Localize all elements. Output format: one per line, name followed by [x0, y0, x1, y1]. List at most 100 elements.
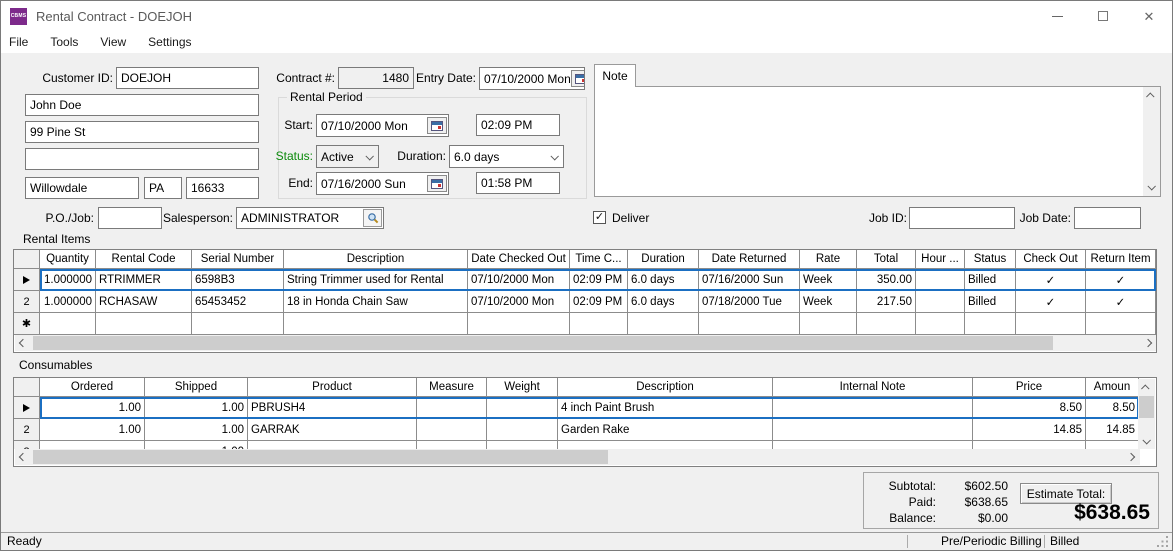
minimize-button[interactable] [1034, 1, 1080, 31]
scroll-right-icon[interactable] [1127, 453, 1135, 461]
job-date-field[interactable] [1074, 207, 1141, 229]
scroll-down-icon[interactable] [1147, 182, 1155, 190]
scrollbar-thumb[interactable] [33, 336, 1053, 350]
menu-view[interactable]: View [89, 35, 137, 49]
grid-cell[interactable] [192, 313, 284, 335]
grid-cell[interactable] [800, 313, 857, 335]
grid-cell[interactable] [916, 291, 965, 313]
column-header-measure[interactable]: Measure [417, 378, 487, 397]
grid-cell[interactable] [40, 441, 145, 449]
end-date-field[interactable]: 07/16/2000 Sun [316, 172, 449, 195]
scrollbar-thumb[interactable] [1139, 396, 1154, 418]
grid-cell[interactable] [1086, 441, 1139, 449]
customer-name-field[interactable]: John Doe [25, 94, 259, 116]
column-header-date-returned[interactable]: Date Returned [699, 250, 800, 269]
grid-cell[interactable]: Garden Rake [558, 419, 773, 441]
tab-note[interactable]: Note [594, 64, 636, 87]
column-header-price[interactable]: Price [973, 378, 1086, 397]
column-header-quantity[interactable]: Quantity [40, 250, 96, 269]
grid-cell[interactable]: ✓ [1086, 269, 1156, 291]
select-all-corner[interactable] [14, 378, 40, 397]
zip-field[interactable]: 16633 [186, 177, 259, 199]
grid-cell[interactable] [40, 313, 96, 335]
scroll-left-icon[interactable] [19, 339, 27, 347]
deliver-checkbox[interactable]: ✓ [593, 211, 606, 224]
grid-cell[interactable]: 1.00 [40, 397, 145, 419]
grid-cell[interactable] [248, 441, 417, 449]
column-header-status[interactable]: Status [965, 250, 1016, 269]
grid-cell[interactable]: 02:09 PM [570, 291, 628, 313]
customer-id-field[interactable]: DOEJOH [116, 67, 259, 89]
row-selector[interactable] [14, 397, 40, 419]
grid-cell[interactable]: Billed [965, 269, 1016, 291]
duration-dropdown[interactable]: 6.0 days [449, 145, 564, 168]
grid-cell[interactable] [628, 313, 699, 335]
grid-cell[interactable]: 1.000000 [40, 291, 96, 313]
grid-cell[interactable] [570, 313, 628, 335]
salesperson-field[interactable]: ADMINISTRATOR [236, 207, 384, 229]
grid-cell[interactable]: 1.00 [145, 441, 248, 449]
job-id-field[interactable] [909, 207, 1015, 229]
column-header-check-out[interactable]: Check Out [1016, 250, 1086, 269]
contract-number-field[interactable]: 1480 [338, 67, 414, 89]
grid-cell[interactable] [773, 441, 973, 449]
grid-cell[interactable]: ✓ [1016, 269, 1086, 291]
grid-cell[interactable]: 18 in Honda Chain Saw [284, 291, 468, 313]
maximize-button[interactable] [1080, 1, 1126, 31]
scroll-right-icon[interactable] [1144, 339, 1152, 347]
grid-cell[interactable]: 07/10/2000 Mon [468, 269, 570, 291]
grid-cell[interactable] [417, 441, 487, 449]
entry-date-field[interactable]: 07/10/2000 Mon [479, 67, 585, 90]
select-all-corner[interactable] [14, 250, 40, 269]
column-header-description[interactable]: Description [284, 250, 468, 269]
column-header-rental-code[interactable]: Rental Code [96, 250, 192, 269]
grid-cell[interactable]: PBRUSH4 [248, 397, 417, 419]
grid-cell[interactable] [916, 269, 965, 291]
grid-cell[interactable] [96, 313, 192, 335]
scroll-down-icon[interactable] [1142, 436, 1150, 444]
grid-cell[interactable]: 1.00 [145, 397, 248, 419]
address2-field[interactable] [25, 148, 259, 170]
grid-cell[interactable]: Week [800, 269, 857, 291]
grid-cell[interactable] [699, 313, 800, 335]
grid-cell[interactable] [487, 397, 558, 419]
vertical-scrollbar[interactable] [1138, 379, 1155, 449]
grid-cell[interactable] [417, 397, 487, 419]
column-header-description[interactable]: Description [558, 378, 773, 397]
horizontal-scrollbar[interactable] [15, 449, 1140, 465]
horizontal-scrollbar[interactable] [15, 335, 1157, 351]
grid-cell[interactable]: Week [800, 291, 857, 313]
grid-cell[interactable] [468, 313, 570, 335]
grid-cell[interactable]: ✓ [1016, 291, 1086, 313]
state-field[interactable]: PA [144, 177, 182, 199]
grid-cell[interactable]: 8.50 [973, 397, 1086, 419]
grid-cell[interactable]: 4 inch Paint Brush [558, 397, 773, 419]
grid-cell[interactable] [487, 419, 558, 441]
end-date-calendar-button[interactable] [427, 175, 447, 192]
po-job-field[interactable] [98, 207, 162, 229]
salesperson-lookup-button[interactable] [363, 209, 382, 227]
column-header-weight[interactable]: Weight [487, 378, 558, 397]
scrollbar-thumb[interactable] [33, 450, 608, 464]
grid-cell[interactable]: 217.50 [857, 291, 916, 313]
column-header-time-c[interactable]: Time C... [570, 250, 628, 269]
column-header-date-checked-out[interactable]: Date Checked Out [468, 250, 570, 269]
grid-cell[interactable] [773, 419, 973, 441]
column-header-serial-number[interactable]: Serial Number [192, 250, 284, 269]
grid-cell[interactable] [973, 441, 1086, 449]
column-header-internal-note[interactable]: Internal Note [773, 378, 973, 397]
entry-date-calendar-button[interactable] [571, 70, 585, 87]
grid-cell[interactable]: 07/16/2000 Sun [699, 269, 800, 291]
close-button[interactable]: ✕ [1126, 1, 1172, 31]
row-selector[interactable]: 3 [14, 441, 40, 449]
grid-cell[interactable]: RCHASAW [96, 291, 192, 313]
grid-cell[interactable]: 14.85 [973, 419, 1086, 441]
end-time-field[interactable]: 01:58 PM [476, 172, 560, 194]
grid-cell[interactable] [773, 397, 973, 419]
grid-cell[interactable]: GARRAK [248, 419, 417, 441]
column-header-product[interactable]: Product [248, 378, 417, 397]
grid-cell[interactable] [284, 313, 468, 335]
status-dropdown[interactable]: Active [316, 145, 379, 168]
column-header-return-item[interactable]: Return Item [1086, 250, 1156, 269]
grid-cell[interactable] [1086, 313, 1156, 335]
